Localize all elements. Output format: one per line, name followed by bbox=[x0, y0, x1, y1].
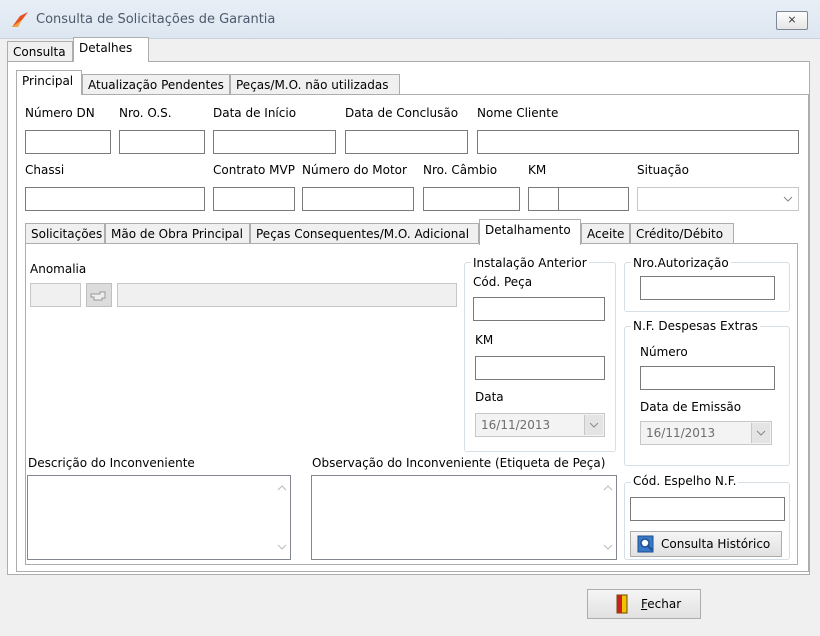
nro-autorizacao-field[interactable] bbox=[640, 276, 775, 300]
nome-cliente-label: Nome Cliente bbox=[477, 106, 559, 120]
tab-consulta[interactable]: Consulta bbox=[7, 41, 73, 61]
chassi-label: Chassi bbox=[25, 163, 65, 177]
scroll-up-icon bbox=[603, 485, 613, 491]
fechar-button[interactable]: Fechar bbox=[587, 589, 701, 619]
km-field-part2[interactable] bbox=[558, 187, 629, 211]
nf-data-emissao-dropdown-button[interactable] bbox=[751, 423, 770, 443]
nro-cambio-field[interactable] bbox=[423, 187, 520, 211]
nf-numero-field[interactable] bbox=[640, 366, 775, 390]
anomalia-label: Anomalia bbox=[30, 262, 87, 276]
fechar-label: Fechar bbox=[641, 597, 682, 611]
instalacao-data-dropdown-button[interactable] bbox=[584, 415, 603, 435]
situacao-dropdown-button[interactable] bbox=[779, 189, 797, 209]
nf-data-emissao-picker[interactable]: 16/11/2013 bbox=[640, 421, 772, 445]
cod-espelho-field[interactable] bbox=[630, 497, 785, 521]
nf-data-emissao-label: Data de Emissão bbox=[640, 400, 742, 414]
nro-os-field[interactable] bbox=[119, 130, 205, 154]
chassi-field[interactable] bbox=[25, 187, 205, 211]
observacao-textarea[interactable] bbox=[311, 475, 617, 560]
observacao-scrollbar[interactable] bbox=[599, 476, 616, 559]
cod-espelho-title: Cód. Espelho N.F. bbox=[631, 474, 739, 488]
data-conclusao-label: Data de Conclusão bbox=[345, 106, 459, 120]
numero-dn-label: Número DN bbox=[25, 106, 95, 120]
numero-motor-label: Número do Motor bbox=[302, 163, 407, 177]
nro-cambio-label: Nro. Câmbio bbox=[423, 163, 498, 177]
nf-numero-label: Número bbox=[640, 345, 688, 359]
chevron-down-icon bbox=[756, 430, 766, 436]
scroll-down-icon bbox=[277, 544, 287, 550]
km-field-part1[interactable] bbox=[528, 187, 559, 211]
search-history-icon bbox=[637, 535, 654, 553]
hand-pointer-icon bbox=[90, 291, 106, 301]
scroll-up-icon bbox=[277, 485, 287, 491]
instalacao-data-picker[interactable]: 16/11/2013 bbox=[475, 413, 605, 437]
tab-credito-debito[interactable]: Crédito/Débito bbox=[630, 223, 734, 243]
nome-cliente-field[interactable] bbox=[477, 130, 799, 154]
descricao-label: Descrição do Inconveniente bbox=[28, 456, 195, 470]
tab-principal[interactable]: Principal bbox=[16, 70, 82, 95]
tab-pecas-mo-nao-utilizadas[interactable]: Peças/M.O. não utilizadas bbox=[230, 74, 400, 94]
anomalia-code-field[interactable] bbox=[30, 283, 81, 307]
data-inicio-field[interactable] bbox=[213, 130, 336, 154]
anomalia-lookup-button[interactable] bbox=[86, 283, 112, 307]
data-inicio-label: Data de Início bbox=[213, 106, 297, 120]
instalacao-data-value: 16/11/2013 bbox=[481, 418, 551, 432]
contrato-mvp-label: Contrato MVP bbox=[213, 163, 295, 177]
anomalia-description-field[interactable] bbox=[117, 283, 457, 307]
tab-atualizacao-pendentes[interactable]: Atualização Pendentes bbox=[82, 74, 230, 94]
tab-mao-de-obra-principal[interactable]: Mão de Obra Principal bbox=[105, 223, 250, 243]
numero-dn-field[interactable] bbox=[25, 130, 111, 154]
nf-data-emissao-value: 16/11/2013 bbox=[646, 426, 716, 440]
consulta-historico-label: Consulta Histórico bbox=[661, 537, 771, 551]
descricao-scrollbar[interactable] bbox=[273, 476, 290, 559]
contrato-mvp-field[interactable] bbox=[213, 187, 295, 211]
scroll-down-icon bbox=[603, 544, 613, 550]
cod-peca-label: Cód. Peça bbox=[473, 275, 533, 289]
app-logo-icon bbox=[12, 12, 28, 27]
instalacao-anterior-title: Instalação Anterior bbox=[471, 256, 589, 270]
nro-autorizacao-title: Nro.Autorização bbox=[631, 256, 731, 270]
data-conclusao-field[interactable] bbox=[345, 130, 468, 154]
instalacao-km-label: KM bbox=[475, 333, 494, 347]
title-bar: Consulta de Solicitações de Garantia ⨯ bbox=[0, 0, 820, 39]
numero-motor-field[interactable] bbox=[302, 187, 414, 211]
situacao-select[interactable] bbox=[637, 187, 799, 211]
nf-despesas-extras-title: N.F. Despesas Extras bbox=[631, 319, 760, 333]
descricao-textarea[interactable] bbox=[27, 475, 291, 560]
exit-door-icon bbox=[616, 594, 628, 614]
tab-detalhamento[interactable]: Detalhamento bbox=[479, 219, 581, 245]
tab-aceite[interactable]: Aceite bbox=[581, 223, 630, 243]
situacao-label: Situação bbox=[637, 163, 689, 177]
close-button[interactable]: ⨯ bbox=[776, 11, 808, 30]
cod-peca-field[interactable] bbox=[473, 297, 605, 321]
tab-pecas-consequentes[interactable]: Peças Consequentes/M.O. Adicional bbox=[250, 223, 479, 243]
km-label: KM bbox=[528, 163, 547, 177]
observacao-label: Observação do Inconveniente (Etiqueta de… bbox=[312, 456, 606, 470]
instalacao-data-label: Data bbox=[475, 390, 504, 404]
close-icon: ⨯ bbox=[787, 13, 797, 26]
tab-solicitacoes[interactable]: Solicitações bbox=[25, 223, 105, 243]
chevron-down-icon bbox=[783, 196, 793, 202]
chevron-down-icon bbox=[589, 422, 599, 428]
nro-os-label: Nro. O.S. bbox=[119, 106, 172, 120]
window-title: Consulta de Solicitações de Garantia bbox=[36, 12, 276, 27]
tab-detalhes[interactable]: Detalhes bbox=[73, 37, 149, 62]
consulta-historico-button[interactable]: Consulta Histórico bbox=[630, 531, 782, 557]
instalacao-km-field[interactable] bbox=[475, 356, 605, 380]
